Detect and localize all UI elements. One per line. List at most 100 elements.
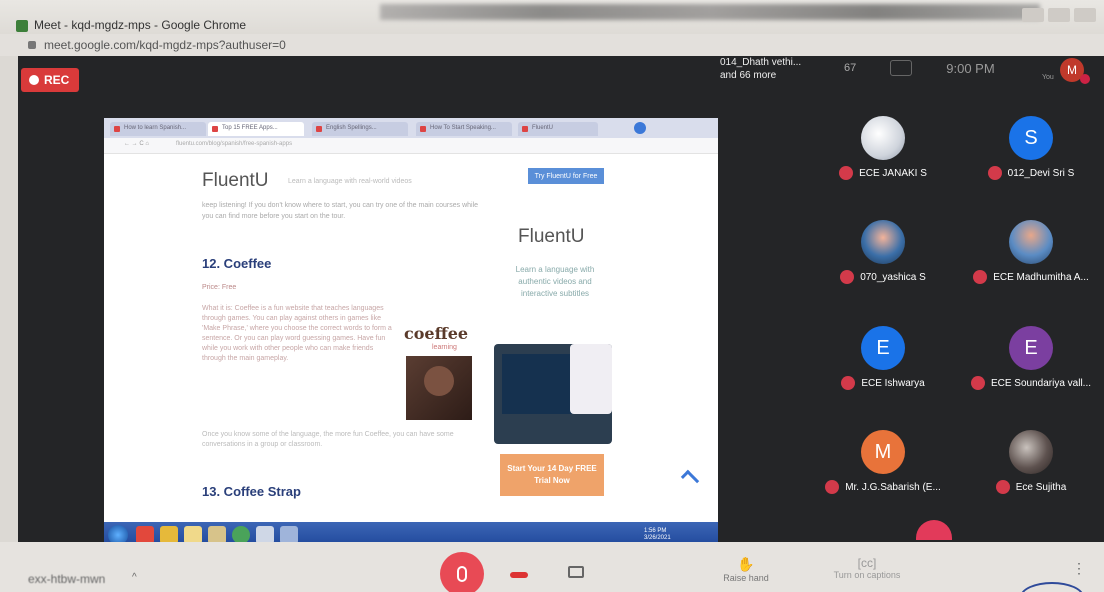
participant-name: ECE Soundariya vall...	[990, 377, 1092, 389]
shared-tab: English Spellings...	[312, 122, 408, 136]
participants-summary[interactable]: 014_Dhath vethi... and 66 more	[720, 56, 820, 82]
shared-tab-active: Top 15 FREE Apps...	[208, 122, 304, 136]
participant-name: 012_Devi Sri S	[1007, 167, 1075, 179]
participant-avatar: S	[1009, 116, 1053, 160]
tab-favicon-icon	[316, 126, 322, 132]
captions-label: Turn on captions	[833, 570, 901, 580]
tab-favicon-icon	[522, 126, 528, 132]
participant-tile[interactable]: E ECE Ishwarya	[808, 326, 958, 416]
minimize-button[interactable]	[1022, 8, 1044, 22]
hang-up-button[interactable]	[510, 572, 528, 578]
chat-icon[interactable]	[890, 60, 913, 76]
new-tab-icon	[634, 122, 646, 134]
participant-name: ECE Ishwarya	[861, 377, 925, 389]
participant-avatar: M	[861, 430, 905, 474]
tab-favicon-icon	[114, 126, 120, 132]
participant-avatar-photo	[1009, 220, 1053, 264]
participants-summary-line1: 014_Dhath vethi...	[720, 57, 802, 68]
close-window-button[interactable]	[1074, 8, 1096, 22]
mic-muted-icon	[839, 166, 854, 180]
camera-toggle-button[interactable]	[568, 566, 584, 578]
price-text: Price: Free	[202, 284, 237, 291]
shared-nav-bar: ← → C ⌂ fluentu.com/blog/spanish/free-sp…	[104, 138, 718, 154]
try-fluentu-button: Try FluentU for Free	[528, 168, 604, 184]
chevron-up-icon[interactable]: ^	[132, 572, 137, 583]
coeffee-image	[406, 356, 472, 420]
maximize-button[interactable]	[1048, 8, 1070, 22]
participant-avatar: E	[861, 326, 905, 370]
mic-muted-icon	[973, 270, 988, 284]
raise-hand-button[interactable]: ✋ Raise hand	[716, 556, 776, 583]
participant-name: ECE JANAKI S	[859, 167, 927, 179]
mic-muted-icon	[841, 376, 856, 390]
participant-tile[interactable]: E ECE Soundariya vall...	[956, 326, 1104, 416]
tab-favicon-icon	[420, 126, 426, 132]
raise-hand-label: Raise hand	[723, 573, 769, 583]
coeffee-logo-sub: learning	[432, 344, 457, 351]
ad-brand: FluentU	[518, 226, 585, 247]
mic-off-icon	[457, 566, 467, 582]
nav-buttons: ← → C ⌂	[124, 141, 149, 147]
ad-text: Learn a language with authentic videos a…	[515, 265, 595, 298]
participant-tile[interactable]: Ece Sujitha	[956, 430, 1104, 520]
tray-time: 1:56 PM	[644, 528, 667, 534]
hand-icon: ✋	[737, 556, 755, 572]
mic-muted-icon	[995, 480, 1010, 494]
mic-toggle-button[interactable]	[440, 552, 484, 592]
scroll-up-icon	[680, 469, 700, 489]
ad-device-image	[494, 344, 612, 444]
record-dot-icon	[29, 75, 39, 85]
participant-avatar-photo	[861, 116, 905, 160]
screenshot-root: Meet - kqd-mgdz-mps - Google Chrome meet…	[0, 0, 1104, 592]
self-mic-muted-icon	[1080, 74, 1090, 84]
window-title: Meet - kqd-mgdz-mps - Google Chrome	[34, 18, 247, 32]
shared-tab: How to learn Spanish...	[110, 122, 206, 136]
participant-avatar-photo	[861, 220, 905, 264]
participant-tile[interactable]: ECE JANAKI S	[808, 116, 958, 206]
participant-tile[interactable]: 070_yashica S	[808, 220, 958, 310]
fluentu-ad: FluentU Learn a language with authentic …	[494, 204, 614, 504]
coeffee-description-2: Once you know some of the language, the …	[202, 431, 454, 448]
address-url: meet.google.com/kqd-mgdz-mps?authuser=0	[44, 38, 286, 52]
participant-name: 070_yashica S	[860, 271, 926, 283]
address-bar[interactable]: meet.google.com/kqd-mgdz-mps?authuser=0	[0, 34, 1104, 56]
shared-page-url: fluentu.com/blog/spanish/free-spanish-ap…	[176, 141, 293, 147]
top-right-controls: 67 9:00 PM	[844, 60, 995, 76]
ad-cta-button: Start Your 14 Day FREE Trial Now	[500, 454, 604, 496]
more-options-button[interactable]: ⋮	[1072, 560, 1086, 577]
phone-image	[570, 344, 612, 414]
participant-name: ECE Madhumitha A...	[993, 271, 1089, 283]
participant-name: Ece Sujitha	[1015, 481, 1067, 493]
mic-muted-icon	[987, 166, 1002, 180]
participant-avatar: E	[1009, 326, 1053, 370]
shared-tab: FluentU	[518, 122, 598, 136]
lock-icon	[28, 41, 36, 49]
blurred-titlebar-area	[380, 4, 1040, 20]
fluentu-brand: FluentU	[202, 170, 269, 191]
participant-name: Mr. J.G.Sabarish (E...	[845, 481, 941, 493]
pen-circle-mark	[1020, 582, 1084, 592]
meeting-code[interactable]: exx-htbw-mwn	[28, 572, 105, 586]
mic-muted-icon	[970, 376, 985, 390]
tray-date: 3/26/2021	[644, 535, 671, 541]
participant-tile[interactable]: M Mr. J.G.Sabarish (E...	[808, 430, 958, 520]
meet-bottom-bar: exx-htbw-mwn ^ ✋ Raise hand [cc] Turn on…	[0, 542, 1104, 592]
taskbar-tray: 1:56 PM 3/26/2021	[644, 528, 671, 542]
shared-tab: How To Start Speaking...	[416, 122, 512, 136]
participant-tile[interactable]: ECE Madhumitha A...	[956, 220, 1104, 310]
coeffee-description: What it is: Coeffee is a fun website tha…	[202, 305, 392, 362]
recording-badge: REC	[21, 68, 79, 92]
participant-avatar-photo	[1009, 430, 1053, 474]
mic-muted-icon	[825, 480, 840, 494]
shared-page-content: FluentU Learn a language with real-world…	[104, 154, 718, 524]
coffee-cup-icon	[424, 366, 454, 396]
people-count[interactable]: 67	[844, 62, 856, 74]
presented-screen: How to learn Spanish... Top 15 FREE Apps…	[104, 118, 718, 548]
meet-favicon-icon	[16, 20, 28, 32]
participants-summary-line2: and 66 more	[720, 70, 777, 81]
meet-stage: REC 014_Dhath vethi... and 66 more 67 9:…	[18, 56, 1104, 548]
browser-title-bar: Meet - kqd-mgdz-mps - Google Chrome	[0, 0, 1104, 34]
fluentu-slogan: Learn a language with real-world videos	[288, 178, 412, 185]
captions-button[interactable]: [cc] Turn on captions	[822, 556, 912, 580]
participant-tile[interactable]: S 012_Devi Sri S	[956, 116, 1104, 206]
